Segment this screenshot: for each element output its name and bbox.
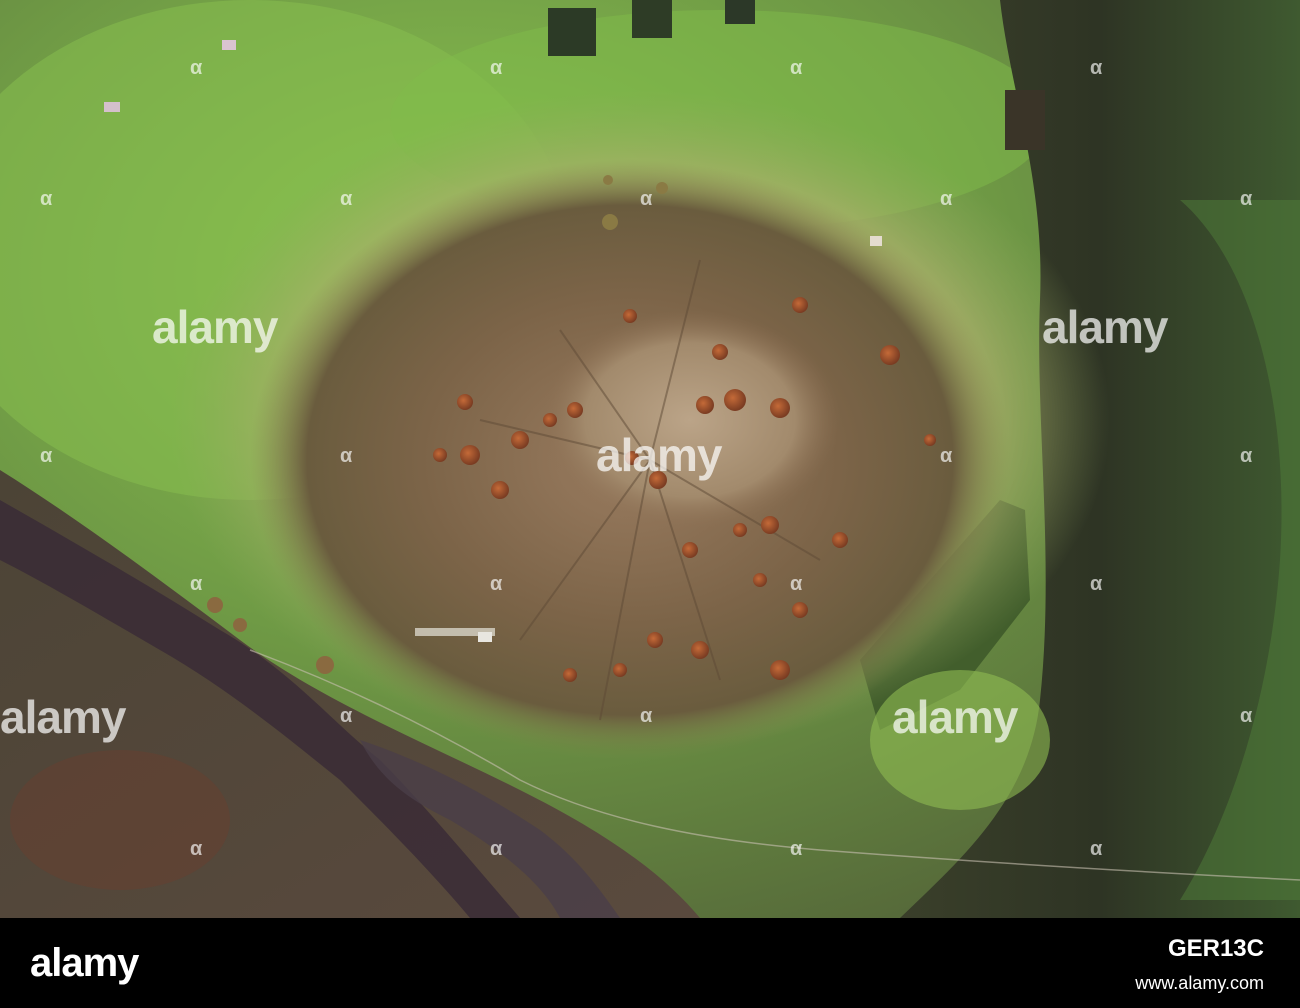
footer-bar: alamy GER13C www.alamy.com	[0, 918, 1300, 1008]
svg-text:α: α	[790, 573, 803, 595]
svg-text:α: α	[940, 188, 953, 210]
watermark-alamy-5: alamy	[892, 691, 1018, 743]
svg-text:α: α	[40, 445, 53, 467]
svg-text:α: α	[1240, 705, 1253, 727]
svg-text:α: α	[340, 705, 353, 727]
svg-text:α: α	[1090, 838, 1103, 860]
watermark-alamy-3: alamy	[596, 429, 722, 481]
svg-text:α: α	[790, 838, 803, 860]
svg-text:α: α	[490, 57, 503, 79]
field-block	[725, 0, 755, 24]
reddish-lava-patch	[10, 750, 230, 890]
svg-text:α: α	[1240, 188, 1253, 210]
svg-text:α: α	[190, 573, 203, 595]
svg-text:α: α	[490, 573, 503, 595]
svg-text:α: α	[1090, 573, 1103, 595]
watermark-alamy-4: alamy	[0, 691, 126, 743]
watermark-alamy-2: alamy	[1042, 301, 1168, 353]
svg-text:α: α	[40, 188, 53, 210]
field-block	[548, 8, 596, 56]
svg-text:α: α	[790, 57, 803, 79]
image-id: GER13C	[1167, 935, 1264, 962]
footer-meta: GER13C www.alamy.com	[1135, 934, 1264, 996]
field-block	[1005, 90, 1045, 150]
summit-plateau	[540, 310, 840, 530]
svg-text:α: α	[340, 445, 353, 467]
site-url[interactable]: www.alamy.com	[1135, 970, 1264, 996]
svg-text:α: α	[640, 188, 653, 210]
svg-text:α: α	[340, 188, 353, 210]
svg-text:α: α	[640, 705, 653, 727]
svg-text:α: α	[1240, 445, 1253, 467]
svg-text:α: α	[940, 445, 953, 467]
svg-text:α: α	[190, 57, 203, 79]
field-block	[632, 0, 672, 38]
alamy-logo[interactable]: alamy	[30, 940, 139, 986]
svg-text:α: α	[190, 838, 203, 860]
watermark-alamy-1: alamy	[152, 301, 278, 353]
svg-text:α: α	[1090, 57, 1103, 79]
svg-text:α: α	[490, 838, 503, 860]
